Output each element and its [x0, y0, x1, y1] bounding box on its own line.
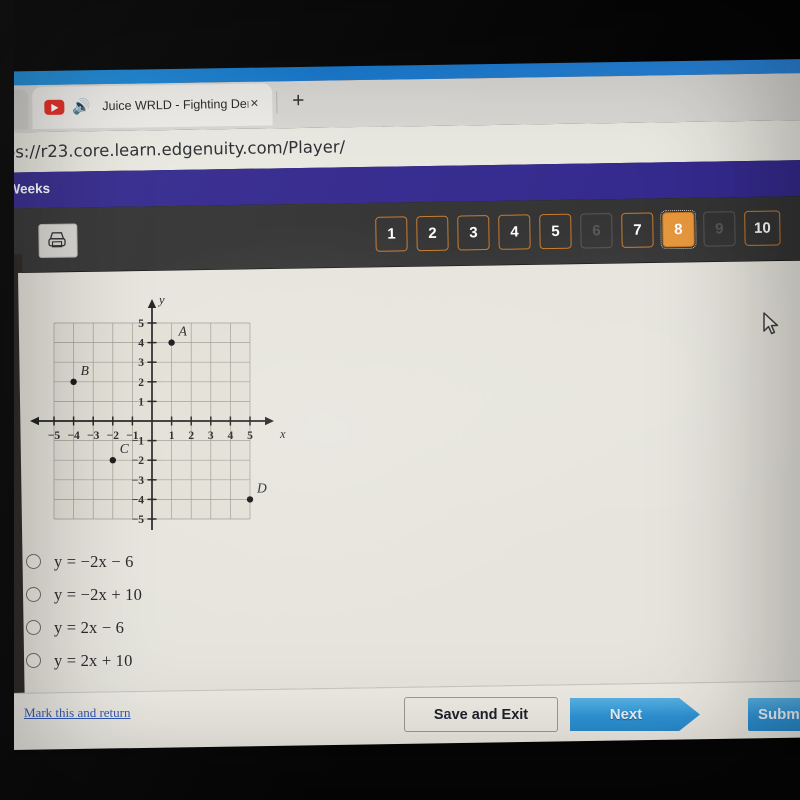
y-tick-label: 3 [138, 357, 144, 369]
question-button-6: 6 [580, 213, 613, 249]
radio-button-d[interactable] [26, 653, 41, 668]
question-button-3[interactable]: 3 [457, 215, 490, 251]
x-axis-arrow [265, 416, 274, 426]
x-tick-label: −5 [48, 430, 61, 442]
save-and-exit-label: Save and Exit [433, 706, 529, 723]
answer-options-list[interactable]: y = −2x − 6 y = −2x + 10 y = 2x − 6 y = 2x … [26, 545, 356, 677]
question-button-7[interactable]: 7 [621, 212, 654, 248]
radio-button-b[interactable] [26, 587, 41, 602]
answer-option-label-c: y = 2x − 6 [54, 617, 125, 637]
tab-divider [276, 91, 278, 114]
x-tick-label: 3 [208, 430, 214, 442]
data-point-label-A: A [178, 324, 188, 339]
answer-option-b[interactable]: y = −2x + 10 [26, 578, 356, 611]
speaker-playing-icon[interactable]: 🔊 [72, 97, 98, 117]
submit-button[interactable]: Submi [748, 698, 800, 731]
save-and-exit-button[interactable]: Save and Exit [404, 697, 558, 732]
x-tick-label: −3 [87, 430, 100, 442]
next-button[interactable]: Next [570, 698, 700, 731]
radio-button-c[interactable] [26, 620, 41, 635]
answer-option-c[interactable]: y = 2x − 6 [26, 611, 356, 644]
radio-button-a[interactable] [26, 554, 41, 569]
answer-option-label-b: y = −2x + 10 [54, 584, 143, 604]
x-tick-label: −4 [67, 430, 80, 442]
data-point-A [168, 339, 175, 346]
x-axis-arrow-negative [30, 416, 39, 426]
browser-tab-active[interactable]: 🔊 Juice WRLD - Fighting Dem × [32, 83, 273, 130]
y-tick-label: 2 [138, 377, 144, 389]
x-tick-label: 1 [169, 430, 175, 442]
y-axis-label: y [157, 293, 165, 307]
coordinate-plane-figure: −5 −4 −3 −2 −1 1 2 3 4 5 −5 −4 −3 −2 −1 1 2 3 4 5 x y A B C D [30, 280, 300, 530]
y-tick-label: 1 [138, 396, 144, 408]
photographed-screen: ek × 🔊 Juice WRLD - Fighting Dem × + tps… [0, 0, 800, 800]
question-button-1[interactable]: 1 [375, 216, 408, 252]
coordinate-plane-svg: −5 −4 −3 −2 −1 1 2 3 4 5−5−4−3−2−112345xyABCD [30, 293, 286, 530]
y-tick-label: −3 [132, 475, 145, 487]
data-point-label-C: C [120, 441, 130, 456]
answer-option-label-d: y = 2x + 10 [54, 650, 133, 670]
question-button-10[interactable]: 10 [744, 210, 781, 246]
new-tab-button[interactable]: + [286, 89, 310, 113]
mark-this-and-return-link[interactable]: Mark this and return [24, 705, 131, 721]
answer-option-a[interactable]: y = −2x − 6 [26, 545, 356, 578]
question-button-4[interactable]: 4 [498, 214, 531, 250]
y-tick-label: 5 [138, 318, 144, 330]
url-text: tps://r23.core.learn.edgenuity.com/Playe… [0, 137, 346, 162]
data-point-label-B: B [81, 363, 89, 378]
question-button-5[interactable]: 5 [539, 213, 572, 250]
question-button-9: 9 [703, 211, 736, 247]
submit-button-label: Submi [758, 706, 800, 723]
photo-black-bottom-edge [0, 755, 800, 800]
x-tick-label: 5 [247, 430, 253, 442]
question-button-8[interactable]: 8 [660, 209, 697, 250]
x-tick-label: 2 [188, 430, 194, 442]
printer-icon [48, 232, 66, 248]
y-tick-label: −5 [132, 514, 145, 526]
y-tick-label: −4 [132, 494, 145, 506]
y-tick-label: −2 [132, 455, 145, 467]
data-point-C [109, 457, 117, 464]
x-tick-label: 4 [228, 430, 234, 442]
data-point-B [70, 378, 77, 385]
question-button-2[interactable]: 2 [416, 215, 449, 252]
youtube-icon [44, 99, 65, 115]
close-icon[interactable]: × [250, 95, 258, 111]
mouse-cursor-icon [763, 312, 779, 335]
photo-black-left-edge [0, 0, 14, 800]
next-button-label: Next [609, 706, 643, 723]
question-navigator[interactable]: 1 2 3 4 5 6 7 8 9 10 [375, 209, 781, 252]
data-point-D [246, 496, 254, 503]
x-axis-label: x [279, 427, 286, 441]
data-point-label-D: D [256, 480, 267, 495]
y-tick-label: 4 [138, 338, 144, 350]
x-tick-label: −2 [107, 430, 120, 442]
answer-option-label-a: y = −2x − 6 [54, 551, 134, 571]
tab-title: Juice WRLD - Fighting Dem [102, 96, 249, 114]
answer-option-d[interactable]: y = 2x + 10 [26, 644, 356, 677]
assessment-toolbar: 1 2 3 4 5 6 7 8 9 10 [0, 195, 800, 273]
y-tick-label: −1 [132, 436, 145, 448]
y-axis-arrow [147, 299, 157, 308]
print-button[interactable] [38, 223, 78, 259]
